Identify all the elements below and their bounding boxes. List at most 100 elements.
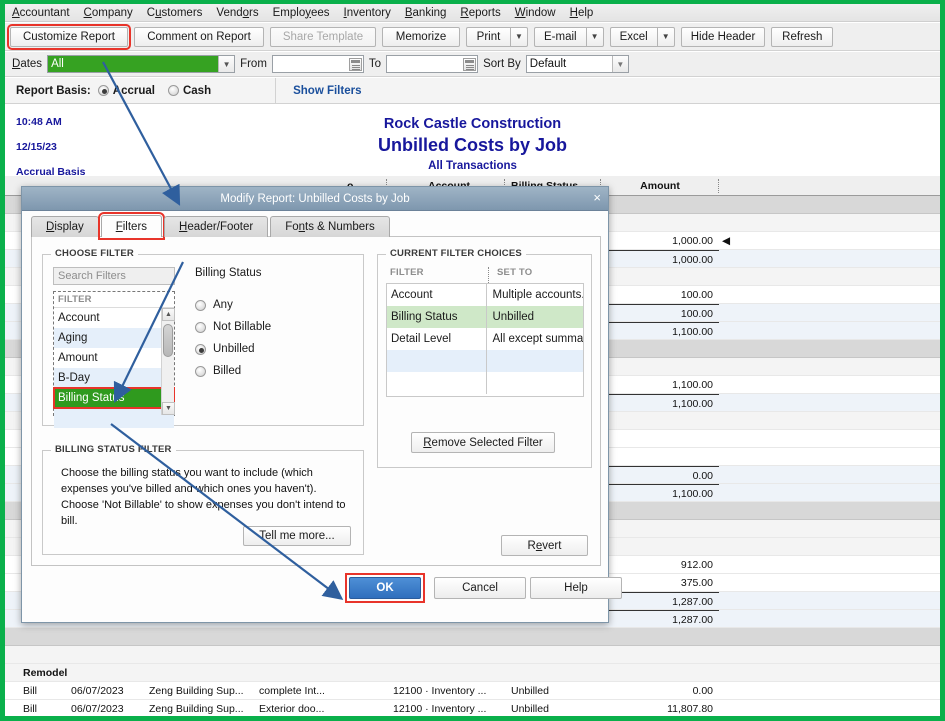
menu-item-inventory[interactable]: Inventory: [337, 4, 398, 22]
tab-display[interactable]: Display: [31, 216, 99, 237]
calendar-icon[interactable]: [463, 57, 477, 71]
revert-button[interactable]: Re vert: [501, 535, 588, 556]
cell-marker: [719, 592, 759, 610]
share-template-button: Share Template: [270, 26, 376, 47]
dialog-title-bar[interactable]: Modify Report: Unbilled Costs by Job ×: [22, 187, 608, 211]
table-row[interactable]: [5, 646, 940, 664]
memorize-button[interactable]: Memorize: [382, 26, 460, 47]
email-chevron-down-icon[interactable]: ▼: [585, 26, 604, 47]
scroll-up-icon[interactable]: ▲: [162, 308, 175, 321]
menu-item-banking[interactable]: Banking: [398, 4, 454, 22]
radio-icon[interactable]: [195, 299, 206, 311]
remove-selected-filter-button[interactable]: Remove Selected Filter: [411, 432, 555, 453]
table-row[interactable]: [5, 628, 940, 646]
modify-report-dialog: Modify Report: Unbilled Costs by Job × D…: [21, 186, 622, 623]
refresh-button[interactable]: Refresh: [771, 26, 834, 47]
radio-icon[interactable]: [97, 85, 109, 96]
current-filters-table[interactable]: Account Multiple accounts... Billing Statu…: [386, 283, 584, 397]
print-split-button[interactable]: Print ▼: [466, 26, 528, 47]
current-filters-col-set-to: SET TO: [488, 267, 584, 283]
search-filters-input[interactable]: Search Filters: [53, 267, 175, 285]
help-label: Help: [564, 582, 588, 594]
table-row[interactable]: Bill06/07/2023Zeng Building Sup...Exteri…: [5, 718, 940, 720]
menu-item-help[interactable]: Help: [563, 4, 601, 22]
customize-report-button[interactable]: Customize Report: [7, 23, 131, 50]
comment-on-report-button[interactable]: Comment on Report: [134, 26, 264, 47]
menu-item-reports[interactable]: Reports: [453, 4, 507, 22]
radio-icon[interactable]: [195, 343, 206, 355]
col-header-amount[interactable]: Amount: [601, 176, 719, 196]
email-button[interactable]: E-mail: [534, 26, 586, 47]
current-filter-row[interactable]: Detail Level All except summary: [387, 328, 583, 350]
radio-option-unbilled[interactable]: Unbilled: [195, 343, 271, 355]
hide-header-button[interactable]: Hide Header: [680, 26, 766, 47]
sort-by-select[interactable]: Default ▼: [525, 55, 629, 73]
menu-item-vendors[interactable]: Vendors: [209, 4, 265, 22]
show-filters-link[interactable]: Show Filters: [275, 77, 361, 104]
sort-by-value: Default: [529, 58, 567, 70]
filter-list-item[interactable]: Aging: [54, 328, 174, 348]
help-button[interactable]: Help: [530, 577, 622, 599]
cell-amount: [601, 268, 719, 286]
filter-list[interactable]: FILTER Account Aging Amount B-Day Billing St…: [53, 291, 175, 428]
cell-amount: 1,000.00: [672, 234, 713, 247]
excel-split-button[interactable]: Excel ▼: [609, 26, 675, 47]
current-filter-choices-group: CURRENT FILTER CHOICES FILTER SET TO Acc…: [377, 248, 592, 468]
sort-by-chevron-down-icon[interactable]: ▼: [611, 56, 628, 72]
cell-amount: [601, 502, 719, 520]
current-filter-row[interactable]: Account Multiple accounts...: [387, 284, 583, 306]
print-chevron-down-icon[interactable]: ▼: [510, 26, 528, 47]
current-filter-row[interactable]: [387, 372, 583, 394]
filter-list-item[interactable]: [54, 408, 174, 428]
cell-date: [71, 664, 149, 682]
filter-list-item[interactable]: Amount: [54, 348, 174, 368]
to-date-input[interactable]: [386, 55, 479, 73]
report-basis-cash-radio[interactable]: Cash: [167, 85, 211, 97]
radio-icon[interactable]: [167, 85, 179, 96]
radio-icon[interactable]: [195, 365, 206, 377]
table-row[interactable]: Bill 06/07/2023 Zeng Building Sup... comple…: [5, 682, 940, 700]
menu-item-accountant[interactable]: AAccountantccountant: [5, 4, 77, 22]
cell-num: [345, 718, 387, 721]
customize-report-label: Customize Report: [22, 30, 116, 43]
cell-marker: [719, 502, 759, 520]
from-date-input[interactable]: [271, 55, 364, 73]
scrollbar-thumb[interactable]: [163, 324, 173, 357]
ok-button[interactable]: OK: [349, 577, 421, 599]
filter-list-item[interactable]: Billing Status: [53, 387, 175, 409]
radio-option-any[interactable]: Any: [195, 299, 271, 311]
filter-list-item[interactable]: B-Day: [54, 368, 174, 388]
email-split-button[interactable]: E-mail ▼: [534, 26, 604, 47]
calendar-icon[interactable]: [348, 57, 362, 71]
table-group-row[interactable]: Remodel: [5, 664, 940, 682]
cell-marker: [719, 358, 759, 376]
close-icon[interactable]: ×: [593, 190, 601, 206]
excel-chevron-down-icon[interactable]: ▼: [656, 26, 675, 47]
dates-select[interactable]: All ▼: [47, 55, 236, 73]
current-filter-row[interactable]: [387, 350, 583, 372]
tab-filters[interactable]: Filters: [97, 212, 166, 240]
cell-name: Zeng Building Sup...: [149, 718, 259, 721]
cell-marker: [719, 322, 759, 340]
radio-option-not-billable[interactable]: Not Billable: [195, 321, 271, 333]
filter-list-scrollbar[interactable]: ▲ ▼: [161, 308, 175, 415]
menu-item-customers[interactable]: Customers: [140, 4, 210, 22]
tell-me-more-button[interactable]: Tell me more...: [243, 526, 351, 546]
tab-header-footer[interactable]: Header/Footer: [164, 216, 269, 237]
filter-list-item[interactable]: Account: [54, 308, 174, 328]
menu-item-employees[interactable]: Employees: [266, 4, 337, 22]
cell-amount: 1,100.00: [601, 483, 719, 502]
report-basis-accrual-radio[interactable]: Accrual: [97, 85, 155, 97]
excel-button[interactable]: Excel: [609, 26, 657, 47]
menu-item-company[interactable]: Company: [77, 4, 140, 22]
radio-icon[interactable]: [195, 321, 206, 333]
current-filter-row[interactable]: Billing Status Unbilled: [387, 306, 583, 328]
cancel-button[interactable]: Cancel: [434, 577, 526, 599]
table-row[interactable]: Bill06/07/2023Zeng Building Sup...Exteri…: [5, 700, 940, 716]
print-button[interactable]: Print: [466, 26, 510, 47]
scroll-down-icon[interactable]: ▼: [162, 402, 175, 415]
menu-item-window[interactable]: Window: [508, 4, 563, 22]
tab-fonts-numbers[interactable]: Fo n ts & Numbers: [270, 216, 390, 237]
dates-chevron-down-icon[interactable]: ▼: [218, 56, 235, 72]
radio-option-billed[interactable]: Billed: [195, 365, 271, 377]
